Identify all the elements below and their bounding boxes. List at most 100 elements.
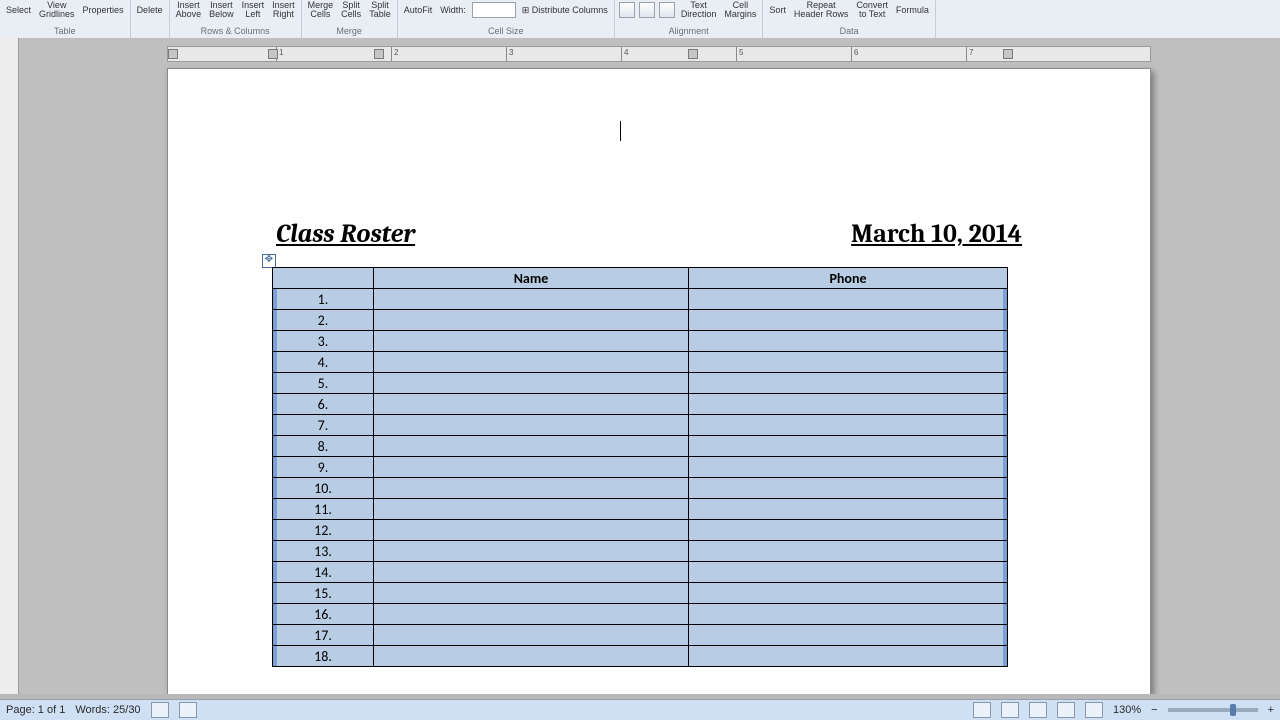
view-outline-icon[interactable] (1057, 702, 1075, 718)
table-row[interactable]: 12. (273, 520, 1008, 541)
row-number-cell[interactable]: 6. (273, 394, 374, 415)
indent-marker-icon[interactable] (168, 49, 178, 59)
ribbon-btn-view-gridlines[interactable]: ViewGridlines (37, 1, 77, 19)
table-row[interactable]: 7. (273, 415, 1008, 436)
indent-marker-icon[interactable] (374, 49, 384, 59)
phone-cell[interactable] (689, 499, 1008, 520)
phone-cell[interactable] (689, 394, 1008, 415)
row-number-cell[interactable]: 16. (273, 604, 374, 625)
status-words[interactable]: Words: 25/30 (75, 704, 140, 716)
name-cell[interactable] (374, 583, 689, 604)
row-number-cell[interactable]: 10. (273, 478, 374, 499)
width-input[interactable] (472, 2, 516, 18)
table-row[interactable]: 4. (273, 352, 1008, 373)
name-cell[interactable] (374, 394, 689, 415)
status-page[interactable]: Page: 1 of 1 (6, 704, 65, 716)
indent-marker-icon[interactable] (688, 49, 698, 59)
name-cell[interactable] (374, 373, 689, 394)
zoom-slider[interactable] (1168, 708, 1258, 712)
align-cell-icon[interactable] (659, 2, 675, 18)
phone-cell[interactable] (689, 352, 1008, 373)
row-number-cell[interactable]: 7. (273, 415, 374, 436)
ribbon-btn-merge-cells[interactable]: MergeCells (306, 1, 336, 19)
name-cell[interactable] (374, 331, 689, 352)
name-cell[interactable] (374, 520, 689, 541)
align-cell-icon[interactable] (619, 2, 635, 18)
table-row[interactable]: 10. (273, 478, 1008, 499)
name-cell[interactable] (374, 352, 689, 373)
table-row[interactable]: 16. (273, 604, 1008, 625)
name-cell[interactable] (374, 289, 689, 310)
ribbon-btn-delete-[interactable]: Delete (135, 6, 165, 15)
name-cell[interactable] (374, 499, 689, 520)
table-row[interactable]: 18. (273, 646, 1008, 667)
macro-icon[interactable] (179, 702, 197, 718)
table-row[interactable]: 15. (273, 583, 1008, 604)
row-number-cell[interactable]: 2. (273, 310, 374, 331)
name-cell[interactable] (374, 625, 689, 646)
table-row[interactable]: 3. (273, 331, 1008, 352)
table-row[interactable]: 13. (273, 541, 1008, 562)
row-number-cell[interactable]: 1. (273, 289, 374, 310)
table-row[interactable]: 11. (273, 499, 1008, 520)
name-cell[interactable] (374, 604, 689, 625)
phone-cell[interactable] (689, 331, 1008, 352)
ribbon-btn-split-table[interactable]: SplitTable (367, 1, 393, 19)
view-full-screen-icon[interactable] (1001, 702, 1019, 718)
view-print-layout-icon[interactable] (973, 702, 991, 718)
table-move-handle-icon[interactable]: ✥ (262, 254, 276, 268)
row-number-cell[interactable]: 9. (273, 457, 374, 478)
row-number-cell[interactable]: 14. (273, 562, 374, 583)
phone-cell[interactable] (689, 625, 1008, 646)
phone-cell[interactable] (689, 646, 1008, 667)
ribbon-btn-insert-below[interactable]: InsertBelow (207, 1, 236, 19)
phone-cell[interactable] (689, 478, 1008, 499)
zoom-out-button[interactable]: − (1151, 704, 1157, 716)
vertical-ruler[interactable] (0, 38, 19, 694)
ribbon-btn-formula-[interactable]: Formula (894, 6, 931, 15)
row-number-cell[interactable]: 3. (273, 331, 374, 352)
align-cell-icon[interactable] (639, 2, 655, 18)
ribbon-btn-split-cells[interactable]: SplitCells (339, 1, 363, 19)
zoom-level[interactable]: 130% (1113, 704, 1141, 716)
ribbon-btn-properties-[interactable]: Properties (81, 6, 126, 15)
row-number-cell[interactable]: 11. (273, 499, 374, 520)
col-header-name[interactable]: Name (374, 268, 689, 289)
phone-cell[interactable] (689, 415, 1008, 436)
roster-table[interactable]: Name Phone 1.2.3.4.5.6.7.8.9.10.11.12.13… (272, 267, 1008, 667)
ribbon-width-field[interactable]: Width: (438, 6, 468, 15)
phone-cell[interactable] (689, 373, 1008, 394)
col-header-phone[interactable]: Phone (689, 268, 1008, 289)
view-draft-icon[interactable] (1085, 702, 1103, 718)
ribbon-btn-insert-above[interactable]: InsertAbove (174, 1, 204, 19)
heading-date[interactable]: March 10, 2014 (851, 219, 1022, 249)
table-row[interactable]: 8. (273, 436, 1008, 457)
table-row[interactable]: 1. (273, 289, 1008, 310)
phone-cell[interactable] (689, 562, 1008, 583)
ribbon-btn-sort-[interactable]: Sort (767, 6, 788, 15)
zoom-in-button[interactable]: + (1268, 704, 1274, 716)
ribbon-btn-convert-to-text[interactable]: Convertto Text (854, 1, 890, 19)
name-cell[interactable] (374, 541, 689, 562)
indent-marker-icon[interactable] (268, 49, 278, 59)
indent-marker-icon[interactable] (1003, 49, 1013, 59)
row-number-cell[interactable]: 5. (273, 373, 374, 394)
horizontal-ruler[interactable]: 1234567 (167, 46, 1151, 62)
document-page[interactable]: March 10, 2014 Class Roster ✥ Name Phone… (167, 68, 1151, 694)
phone-cell[interactable] (689, 520, 1008, 541)
table-row[interactable]: 17. (273, 625, 1008, 646)
phone-cell[interactable] (689, 457, 1008, 478)
row-number-cell[interactable]: 12. (273, 520, 374, 541)
phone-cell[interactable] (689, 604, 1008, 625)
phone-cell[interactable] (689, 310, 1008, 331)
phone-cell[interactable] (689, 436, 1008, 457)
view-web-layout-icon[interactable] (1029, 702, 1047, 718)
name-cell[interactable] (374, 310, 689, 331)
row-number-cell[interactable]: 15. (273, 583, 374, 604)
ribbon-btn-text-direction[interactable]: TextDirection (679, 1, 719, 19)
proofing-icon[interactable] (151, 702, 169, 718)
row-number-cell[interactable]: 18. (273, 646, 374, 667)
name-cell[interactable] (374, 478, 689, 499)
row-number-cell[interactable]: 13. (273, 541, 374, 562)
ribbon-btn-autofit-[interactable]: AutoFit (402, 6, 435, 15)
